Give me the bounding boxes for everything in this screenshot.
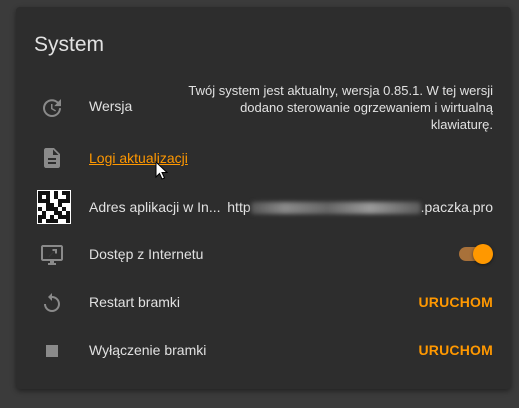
internet-access-row: Dostęp z Internetu [16, 241, 511, 271]
version-label: Wersja [89, 98, 133, 114]
remote-desktop-icon [41, 245, 63, 265]
restart-button[interactable]: URUCHOM [418, 294, 493, 310]
shutdown-row: Wyłączenie bramki URUCHOM [16, 337, 511, 367]
internet-access-toggle[interactable] [457, 244, 493, 264]
update-logs-link[interactable]: Logi aktualizacji [89, 150, 188, 166]
mouse-cursor-icon [155, 161, 169, 180]
version-value-line: dodano sterowanie ogrzewaniem i wirtualn… [240, 100, 493, 115]
app-address-value: http .paczka.pro [227, 199, 493, 216]
restart-row: Restart bramki URUCHOM [16, 289, 511, 319]
qr-code-icon[interactable] [37, 190, 71, 224]
app-address-row: Adres aplikacji w In... http .paczka.pro [16, 190, 511, 228]
restart-label: Restart bramki [89, 294, 181, 310]
restart-icon [44, 293, 60, 312]
logs-row: Logi aktualizacji [16, 145, 511, 175]
app-address-label: Adres aplikacji w In... [89, 199, 221, 215]
qr-module [66, 219, 70, 223]
card-title: System [34, 33, 105, 56]
app-address-prefix: http [227, 199, 251, 215]
system-card: System Wersja Twój system jest aktualny,… [16, 7, 511, 389]
version-row: Wersja Twój system jest aktualny, wersja… [16, 83, 511, 139]
update-icon [43, 99, 61, 117]
internet-access-label: Dostęp z Internetu [89, 246, 204, 262]
shutdown-button[interactable]: URUCHOM [418, 342, 493, 358]
document-icon [44, 148, 60, 168]
app-address-suffix: .paczka.pro [420, 199, 493, 215]
version-value: Twój system jest aktualny, wersja 0.85.1… [188, 82, 493, 133]
shutdown-label: Wyłączenie bramki [89, 342, 207, 358]
redacted-url [250, 202, 421, 215]
version-value-line: klawiaturę. [430, 117, 493, 132]
version-value-line: Twój system jest aktualny, wersja 0.85.1… [188, 83, 493, 98]
stop-icon [46, 345, 58, 357]
toggle-thumb [473, 244, 493, 264]
